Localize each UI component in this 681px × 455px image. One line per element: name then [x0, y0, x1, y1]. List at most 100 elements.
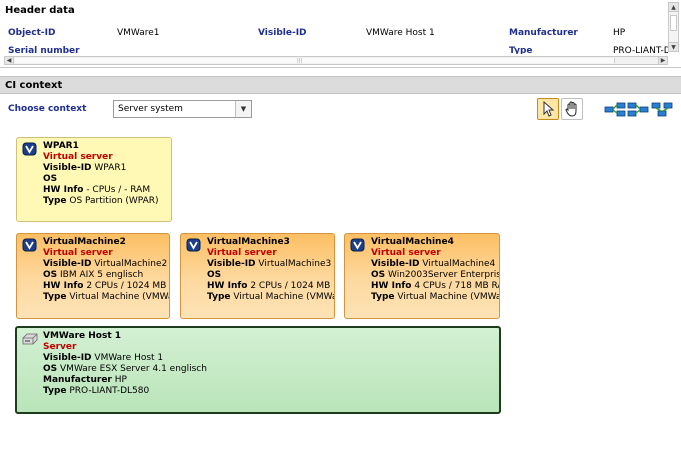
ci-card-line: Type Virtual Machine (VMWar — [207, 292, 334, 303]
horizontal-scrollbar[interactable]: ◀ ||| ▶ — [4, 56, 668, 65]
ci-card-type: Virtual server — [207, 248, 277, 258]
ci-card-line: Visible-ID VMWare Host 1 — [43, 353, 499, 364]
header-data-row-clipped: Serial number Type PRO-LIANT-DL580 — [0, 46, 668, 54]
grip-icon: ||| — [297, 58, 303, 64]
hand-tool-icon — [565, 101, 577, 117]
ci-card-type: Virtual server — [43, 152, 113, 162]
ci-card-line: HW Info 2 CPUs / 1024 MB RA — [43, 281, 169, 292]
ci-card-line: Visible-ID VirtualMachine2 — [43, 259, 169, 270]
ci-context-title: CI context — [5, 80, 63, 91]
scroll-right-icon[interactable]: ▶ — [658, 57, 667, 64]
scroll-left-icon[interactable]: ◀ — [5, 57, 14, 64]
ci-card-label: HW Info — [43, 281, 84, 291]
ci-card-label: HW Info — [371, 281, 412, 291]
field-label-visible-id: Visible-ID — [258, 28, 307, 38]
ci-card-value: Win2003Server Enterprise — [388, 270, 500, 280]
ci-card-line: Visible-ID WPAR1 — [43, 163, 171, 174]
ci-card-virtualmachine2[interactable]: VirtualMachine2 Virtual server Visible-I… — [16, 233, 170, 319]
ci-card-label: OS — [43, 174, 58, 184]
ci-card-label: Visible-ID — [371, 259, 420, 269]
ci-card-line: OS — [43, 174, 171, 185]
ci-card-value: 2 CPUs / 1024 MB RA — [250, 281, 334, 291]
pointer-tool-button[interactable] — [537, 98, 559, 120]
ci-card-line: Type Virtual Machine (VMWar — [371, 292, 499, 303]
ci-card-line: Visible-ID VirtualMachine4 — [371, 259, 499, 270]
ci-card-name: VirtualMachine2 — [43, 237, 126, 247]
ci-card-value: VMWare ESX Server 4.1 englisch — [60, 364, 207, 374]
field-value-object-id: VMWare1 — [117, 28, 160, 38]
ci-card-value: 4 CPUs / 718 MB RAM — [414, 281, 499, 291]
choose-context-label: Choose context — [8, 104, 87, 114]
ci-card-label: OS — [371, 270, 386, 280]
ci-card-line: Type PRO-LIANT-DL580 — [43, 386, 499, 397]
ci-card-line: OS IBM AIX 5 englisch — [43, 270, 169, 281]
scroll-down-icon[interactable]: ▼ — [669, 42, 678, 51]
ci-card-vmware-host-1[interactable]: VMWare Host 1 Server Visible-ID VMWare H… — [15, 326, 501, 414]
ci-card-virtualmachine3[interactable]: VirtualMachine3 Virtual server Visible-I… — [180, 233, 335, 319]
ci-card-type: Virtual server — [43, 248, 113, 258]
ci-card-value: Virtual Machine (VMWar — [69, 292, 170, 302]
ci-card-wpar1[interactable]: WPAR1 Virtual server Visible-ID WPAR1 OS… — [16, 137, 172, 222]
scrollbar-thumb[interactable] — [15, 58, 615, 63]
ci-card-line: OS Win2003Server Enterprise — [371, 270, 499, 281]
ci-card-name: VMWare Host 1 — [43, 331, 122, 341]
field-label-serial-number: Serial number — [8, 46, 80, 54]
context-select[interactable]: Server system ▼ — [113, 100, 252, 118]
ci-card-line: OS VMWare ESX Server 4.1 englisch — [43, 364, 499, 375]
ci-card-value: VirtualMachine2 — [94, 259, 168, 269]
ci-card-label: OS — [43, 364, 58, 374]
ci-card-label: Type — [43, 196, 67, 206]
network-icon[interactable] — [651, 101, 673, 117]
scroll-up-icon[interactable]: ▲ — [669, 3, 678, 12]
ci-card-line: Type OS Partition (WPAR) — [43, 196, 171, 207]
ci-card-value: 2 CPUs / 1024 MB RA — [86, 281, 169, 291]
ci-card-value: OS Partition (WPAR) — [69, 196, 159, 206]
virtual-server-icon — [186, 238, 201, 252]
ci-card-label: HW Info — [207, 281, 248, 291]
field-label-object-id: Object-ID — [8, 28, 56, 38]
ci-card-value: VirtualMachine3 — [258, 259, 332, 269]
field-value-type: PRO-LIANT-DL580 — [613, 46, 668, 54]
ci-card-virtualmachine4[interactable]: VirtualMachine4 Virtual server Visible-I… — [344, 233, 500, 319]
ci-card-line: HW Info 4 CPUs / 718 MB RAM — [371, 281, 499, 292]
ci-card-value: IBM AIX 5 englisch — [60, 270, 144, 280]
ci-card-value: VirtualMachine4 — [422, 259, 496, 269]
ci-card-label: Manufacturer — [43, 375, 112, 385]
network-icon[interactable] — [627, 101, 649, 117]
header-data-row: Object-ID VMWare1 Visible-ID VMWare Host… — [0, 28, 668, 42]
ci-card-label: Type — [371, 292, 395, 302]
ci-card-type: Server — [43, 342, 77, 352]
vertical-scrollbar[interactable]: ▲ ▼ — [668, 2, 679, 52]
hand-tool-button[interactable] — [561, 98, 583, 120]
scrollbar-thumb[interactable] — [670, 15, 677, 31]
field-value-visible-id: VMWare Host 1 — [366, 28, 435, 38]
ci-card-label: Visible-ID — [43, 353, 92, 363]
ci-card-line: OS — [207, 270, 334, 281]
ci-card-value: Virtual Machine (VMWar — [397, 292, 500, 302]
ci-card-line: HW Info 2 CPUs / 1024 MB RA — [207, 281, 334, 292]
ci-card-type: Virtual server — [371, 248, 441, 258]
ci-card-label: OS — [43, 270, 58, 280]
ci-card-name: VirtualMachine4 — [371, 237, 454, 247]
header-data-panel: Header data Object-ID VMWare1 Visible-ID… — [0, 0, 681, 68]
field-label-manufacturer: Manufacturer — [509, 28, 578, 38]
ci-card-label: Visible-ID — [43, 259, 92, 269]
pointer-tool-icon — [543, 101, 555, 117]
ci-card-label: Visible-ID — [43, 163, 92, 173]
ci-card-line: Manufacturer HP — [43, 375, 499, 386]
ci-card-label: Type — [207, 292, 231, 302]
ci-card-value: VMWare Host 1 — [94, 353, 164, 363]
ci-card-value: - CPUs / - RAM — [86, 185, 151, 195]
virtual-server-icon — [22, 238, 37, 252]
ci-context-header: CI context — [0, 76, 681, 94]
context-select-value: Server system — [118, 104, 183, 114]
ci-card-value: PRO-LIANT-DL580 — [69, 386, 150, 396]
network-icon[interactable] — [604, 101, 626, 117]
virtual-server-icon — [350, 238, 365, 252]
ci-card-name: WPAR1 — [43, 141, 79, 151]
ci-card-value: WPAR1 — [94, 163, 127, 173]
field-label-type: Type — [509, 46, 533, 54]
ci-card-label: Type — [43, 292, 67, 302]
ci-card-line: Type Virtual Machine (VMWar — [43, 292, 169, 303]
chevron-down-icon[interactable]: ▼ — [235, 101, 251, 117]
